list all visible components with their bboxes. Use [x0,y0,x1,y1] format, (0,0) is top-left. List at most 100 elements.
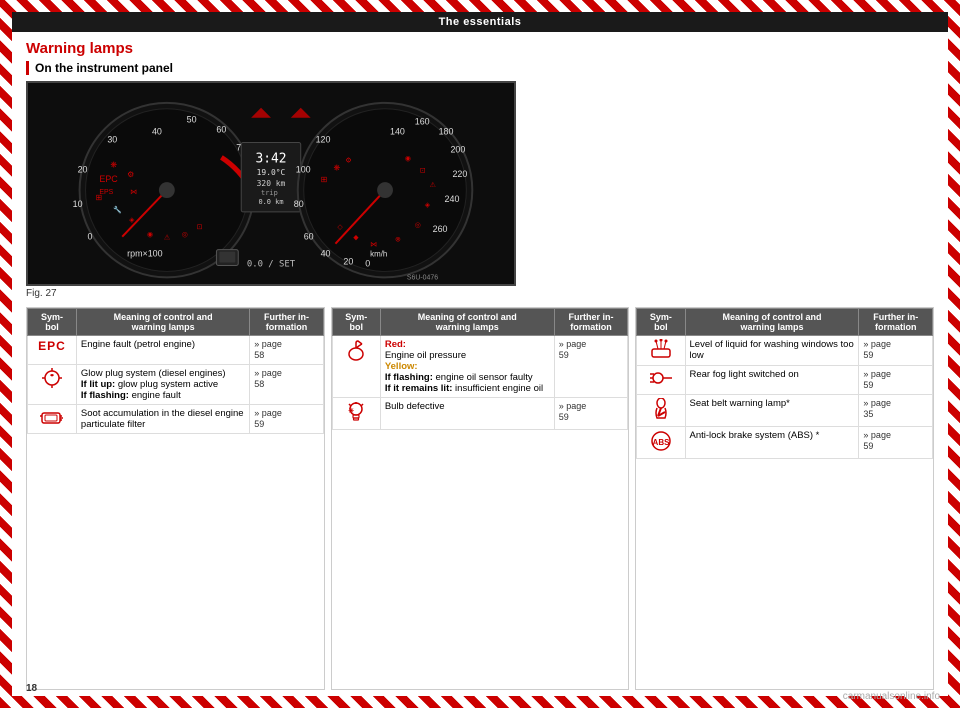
svg-text:160: 160 [415,117,430,127]
svg-text:⚠: ⚠ [164,234,170,242]
symbol-oil [332,336,380,398]
instrument-panel-area: 30 20 10 0 rpm×100 40 50 60 70 80 [26,81,934,299]
symbol-epc: EPC [28,336,77,365]
svg-text:80: 80 [294,199,304,209]
svg-text:⚙: ⚙ [127,170,134,179]
symbol-glow [28,365,77,405]
svg-text:trip: trip [261,189,278,197]
page-number: 18 [26,683,37,694]
page-content: The essentials Warning lamps On the inst… [12,12,948,696]
watermark: carmanualsonline.info [843,691,940,702]
svg-text:⊞: ⊞ [321,175,328,184]
tables-section: Sym-bol Meaning of control andwarning la… [26,307,934,690]
svg-text:◉: ◉ [147,232,153,239]
svg-text:⊡: ⊡ [420,167,426,174]
meaning-rear-fog: Rear fog light switched on [685,366,859,395]
svg-text:20: 20 [78,164,88,174]
meaning-glow: Glow plug system (diesel engines) If lit… [76,365,249,405]
svg-text:⚙: ⚙ [345,156,351,164]
table1-col-symbol: Sym-bol [28,309,77,336]
svg-text:⋈: ⋈ [370,242,377,249]
svg-text:⊡: ⊡ [197,224,203,231]
svg-text:◆: ◆ [353,235,359,242]
meaning-epc: Engine fault (petrol engine) [76,336,249,365]
svg-text:60: 60 [216,125,226,135]
svg-text:rpm×100: rpm×100 [127,249,162,259]
meaning-bulb: Bulb defective [380,398,554,430]
svg-text:0: 0 [88,232,93,242]
symbol-washer [637,336,685,366]
meaning-particulate: Soot accumulation in the diesel engine p… [76,405,249,434]
svg-text:30: 30 [107,135,117,145]
table-1: Sym-bol Meaning of control andwarning la… [26,307,325,690]
svg-text:120: 120 [316,135,331,145]
svg-text:EPS: EPS [99,189,113,196]
symbol-seatbelt [637,395,685,427]
further-seatbelt: » page35 [859,395,933,427]
svg-text:S6U-0476: S6U-0476 [407,274,438,281]
svg-text:◇: ◇ [337,224,343,231]
table2-col-further: Further in-formation [554,309,628,336]
cluster-image: 30 20 10 0 rpm×100 40 50 60 70 80 [26,81,516,299]
table-row: Soot accumulation in the diesel engine p… [28,405,324,434]
svg-text:◎: ◎ [182,232,188,239]
svg-text:40: 40 [152,127,162,137]
svg-text:☀: ☀ [348,407,354,415]
meaning-washer: Level of liquid for washing windows too … [685,336,859,366]
svg-text:km/h: km/h [370,250,387,259]
meaning-abs: Anti-lock brake system (ABS) * [685,427,859,459]
svg-text:0.0 / SET: 0.0 / SET [247,259,296,269]
svg-text:◈: ◈ [129,217,135,224]
svg-text:180: 180 [439,127,454,137]
svg-text:0: 0 [365,258,370,268]
further-bulb: » page59 [554,398,628,430]
table-row: EPC Engine fault (petrol engine) » page5… [28,336,324,365]
svg-text:10: 10 [73,199,83,209]
table1-col-further: Further in-formation [250,309,323,336]
symbol-particulate [28,405,77,434]
svg-text:0.0 km: 0.0 km [258,198,283,206]
table-row: Red: Engine oil pressure Yellow: If flas… [332,336,628,398]
further-washer: » page59 [859,336,933,366]
further-oil: » page59 [554,336,628,398]
svg-text:100: 100 [296,164,311,174]
svg-text:❋: ❋ [110,160,117,169]
svg-text:⊗: ⊗ [395,237,401,244]
svg-text:50: 50 [187,115,197,125]
further-particulate: » page59 [250,405,323,434]
cluster-wrapper: 30 20 10 0 rpm×100 40 50 60 70 80 [26,81,516,286]
table3-col-symbol: Sym-bol [637,309,685,336]
svg-text:EPC: EPC [99,174,118,184]
table-row: Level of liquid for washing windows too … [637,336,933,366]
svg-text:⚠: ⚠ [430,181,436,189]
svg-text:◉: ◉ [405,155,411,162]
fig-number: Fig. 27 [26,288,57,299]
svg-text:ABS: ABS [652,438,670,447]
table-3: Sym-bol Meaning of control andwarning la… [635,307,934,690]
further-epc: » page58 [250,336,323,365]
table-row: Seat belt warning lamp* » page35 [637,395,933,427]
table2-col-symbol: Sym-bol [332,309,380,336]
section-title: Warning lamps [26,40,934,57]
svg-text:3:42: 3:42 [255,151,286,166]
table-row: Glow plug system (diesel engines) If lit… [28,365,324,405]
svg-text:◈: ◈ [425,202,431,209]
further-abs: » page59 [859,427,933,459]
table2-col-meaning: Meaning of control andwarning lamps [380,309,554,336]
svg-text:320 km: 320 km [257,179,286,188]
table-row: ABS Anti-lock brake system (ABS) * » pag… [637,427,933,459]
svg-text:⋈: ⋈ [130,189,137,196]
symbol-bulb: ☀ [332,398,380,430]
table3-col-meaning: Meaning of control andwarning lamps [685,309,859,336]
fig-right-space [524,81,934,299]
svg-text:20: 20 [343,256,353,266]
svg-text:❋: ❋ [333,163,340,172]
header-title: The essentials [439,16,522,28]
table-2: Sym-bol Meaning of control andwarning la… [331,307,630,690]
svg-text:220: 220 [452,169,467,179]
table1-col-meaning: Meaning of control andwarning lamps [76,309,249,336]
symbol-rear-fog [637,366,685,395]
table-row: ☀ Bulb defective » page59 [332,398,628,430]
meaning-seatbelt: Seat belt warning lamp* [685,395,859,427]
svg-text:🔧: 🔧 [113,205,122,214]
